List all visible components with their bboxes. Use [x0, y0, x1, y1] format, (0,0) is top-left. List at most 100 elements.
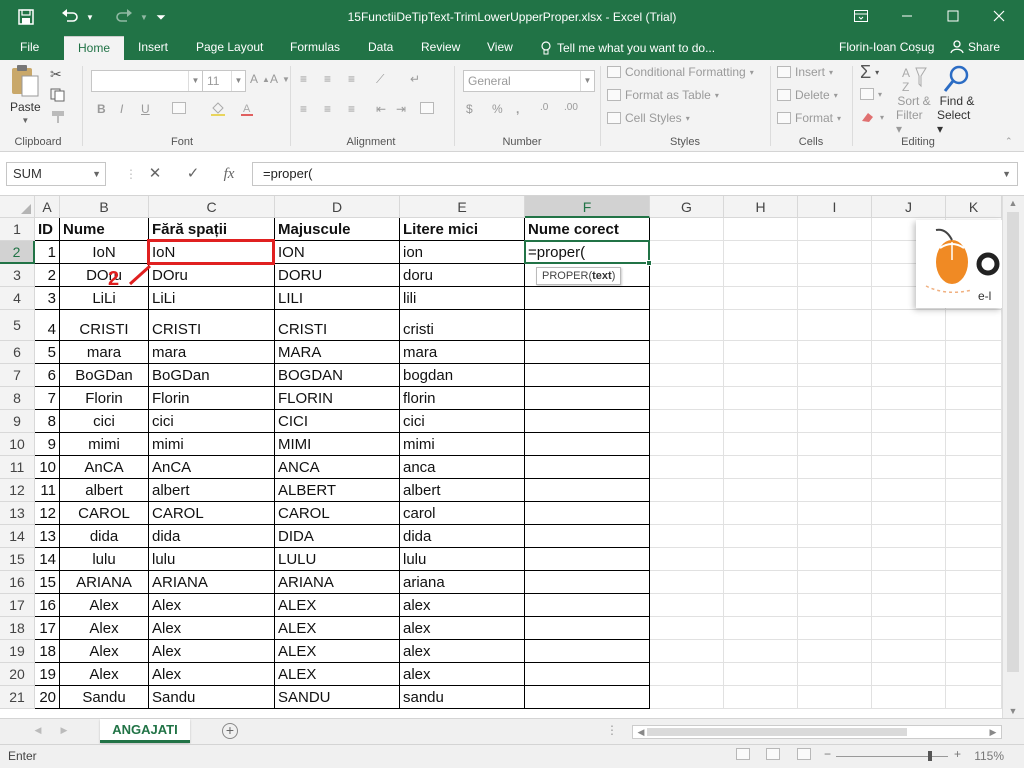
- cell-f4[interactable]: [525, 287, 650, 310]
- cell-h14[interactable]: [724, 525, 798, 548]
- cell-j7[interactable]: [872, 364, 946, 387]
- cell-g13[interactable]: [650, 502, 724, 525]
- maximize-icon[interactable]: [930, 0, 976, 32]
- cell-i14[interactable]: [798, 525, 872, 548]
- cell-d2[interactable]: ION: [275, 241, 400, 264]
- cell-c11[interactable]: AnCA: [149, 456, 275, 479]
- add-sheet-icon[interactable]: +: [222, 723, 238, 739]
- zoom-out-icon[interactable]: −: [824, 747, 831, 761]
- cell-h11[interactable]: [724, 456, 798, 479]
- tab-insert[interactable]: Insert: [130, 36, 176, 60]
- cell-g16[interactable]: [650, 571, 724, 594]
- column-header-a[interactable]: A: [35, 196, 60, 218]
- cell-a1[interactable]: ID: [35, 218, 60, 241]
- font-name-combo[interactable]: ▼: [91, 70, 203, 92]
- paste-button[interactable]: Paste ▼: [10, 64, 41, 125]
- cell-a19[interactable]: 18: [35, 640, 60, 663]
- ribbon-display-options-icon[interactable]: [838, 0, 884, 32]
- cell-f15[interactable]: [525, 548, 650, 571]
- close-icon[interactable]: [976, 0, 1022, 32]
- cell-e6[interactable]: mara: [400, 341, 525, 364]
- column-header-b[interactable]: B: [60, 196, 149, 218]
- zoom-level[interactable]: 115%: [974, 749, 1004, 763]
- cell-j21[interactable]: [872, 686, 946, 709]
- align-left-icon[interactable]: ≡: [300, 102, 307, 116]
- cell-b5[interactable]: CRISTI: [60, 310, 149, 341]
- row-header-13[interactable]: 13: [0, 502, 35, 525]
- function-tooltip[interactable]: PROPER(text): [536, 267, 622, 285]
- cell-i7[interactable]: [798, 364, 872, 387]
- cell-j17[interactable]: [872, 594, 946, 617]
- paste-dropdown-icon[interactable]: ▼: [21, 116, 29, 125]
- cell-d12[interactable]: ALBERT: [275, 479, 400, 502]
- cell-f11[interactable]: [525, 456, 650, 479]
- row-header-18[interactable]: 18: [0, 617, 35, 640]
- cell-e8[interactable]: florin: [400, 387, 525, 410]
- cell-i8[interactable]: [798, 387, 872, 410]
- cell-i18[interactable]: [798, 617, 872, 640]
- cell-e11[interactable]: anca: [400, 456, 525, 479]
- cell-a17[interactable]: 16: [35, 594, 60, 617]
- cell-b11[interactable]: AnCA: [60, 456, 149, 479]
- cell-f7[interactable]: [525, 364, 650, 387]
- cell-e4[interactable]: lili: [400, 287, 525, 310]
- cell-a21[interactable]: 20: [35, 686, 60, 709]
- column-header-i[interactable]: I: [798, 196, 872, 218]
- tab-view[interactable]: View: [479, 36, 521, 60]
- cell-e5[interactable]: cristi: [400, 310, 525, 341]
- cell-b19[interactable]: Alex: [60, 640, 149, 663]
- decrease-font-icon[interactable]: A ▼: [270, 72, 290, 86]
- row-header-10[interactable]: 10: [0, 433, 35, 456]
- cell-b3[interactable]: DOru: [60, 264, 149, 287]
- cell-e16[interactable]: ariana: [400, 571, 525, 594]
- cell-e21[interactable]: sandu: [400, 686, 525, 709]
- cell-j20[interactable]: [872, 663, 946, 686]
- cell-b6[interactable]: mara: [60, 341, 149, 364]
- cell-b15[interactable]: lulu: [60, 548, 149, 571]
- undo-icon[interactable]: [58, 6, 82, 28]
- cell-i3[interactable]: [798, 264, 872, 287]
- cell-b1[interactable]: Nume: [60, 218, 149, 241]
- cell-i15[interactable]: [798, 548, 872, 571]
- sheet-tab-angajati[interactable]: ANGAJATI: [100, 719, 190, 743]
- column-header-f[interactable]: F: [525, 196, 650, 218]
- cell-k15[interactable]: [946, 548, 1002, 571]
- cell-g15[interactable]: [650, 548, 724, 571]
- cell-e14[interactable]: dida: [400, 525, 525, 548]
- cell-i2[interactable]: [798, 241, 872, 264]
- redo-icon[interactable]: [112, 6, 136, 28]
- cell-f21[interactable]: [525, 686, 650, 709]
- cell-a15[interactable]: 14: [35, 548, 60, 571]
- cell-i19[interactable]: [798, 640, 872, 663]
- cell-k9[interactable]: [946, 410, 1002, 433]
- cell-j9[interactable]: [872, 410, 946, 433]
- cell-f19[interactable]: [525, 640, 650, 663]
- cell-i17[interactable]: [798, 594, 872, 617]
- enter-icon[interactable]: ✓: [180, 162, 206, 186]
- cell-b18[interactable]: Alex: [60, 617, 149, 640]
- cell-d5[interactable]: CRISTI: [275, 310, 400, 341]
- cell-k5[interactable]: [946, 310, 1002, 341]
- cell-e7[interactable]: bogdan: [400, 364, 525, 387]
- cell-d11[interactable]: ANCA: [275, 456, 400, 479]
- cell-a6[interactable]: 5: [35, 341, 60, 364]
- cell-k20[interactable]: [946, 663, 1002, 686]
- conditional-formatting-button[interactable]: Conditional Formatting ▾: [607, 65, 754, 79]
- row-header-7[interactable]: 7: [0, 364, 35, 387]
- cell-k6[interactable]: [946, 341, 1002, 364]
- cell-b21[interactable]: Sandu: [60, 686, 149, 709]
- cell-styles-button[interactable]: Cell Styles ▾: [607, 111, 690, 125]
- cell-i16[interactable]: [798, 571, 872, 594]
- cell-b17[interactable]: Alex: [60, 594, 149, 617]
- middle-align-icon[interactable]: ≡: [324, 72, 331, 86]
- cell-e10[interactable]: mimi: [400, 433, 525, 456]
- select-all-button[interactable]: [0, 196, 35, 218]
- cell-h21[interactable]: [724, 686, 798, 709]
- cell-i10[interactable]: [798, 433, 872, 456]
- row-header-21[interactable]: 21: [0, 686, 35, 709]
- cell-b4[interactable]: LiLi: [60, 287, 149, 310]
- column-header-g[interactable]: G: [650, 196, 724, 218]
- formula-input[interactable]: =proper( ▼: [252, 162, 1018, 186]
- cell-g7[interactable]: [650, 364, 724, 387]
- cell-f17[interactable]: [525, 594, 650, 617]
